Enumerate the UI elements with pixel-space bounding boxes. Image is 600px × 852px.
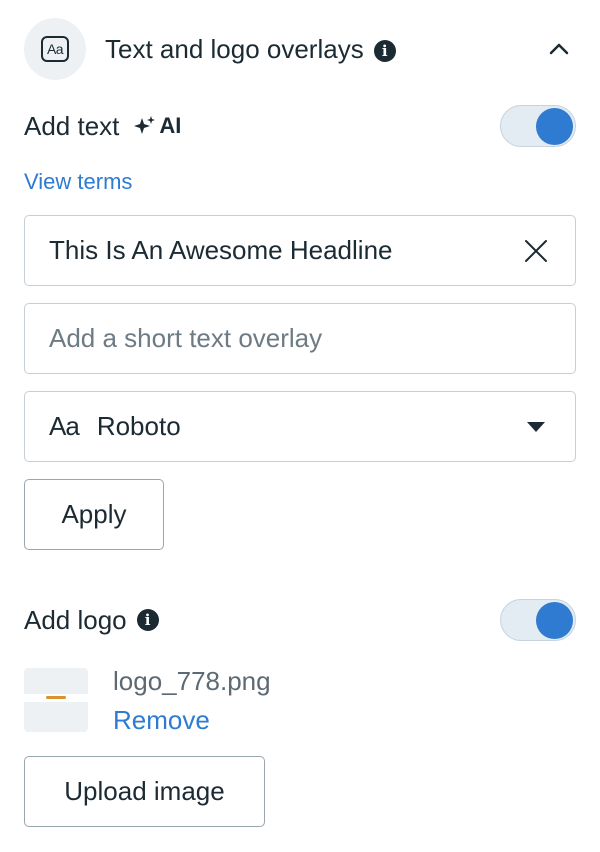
section-header[interactable]: Aa Text and logo overlays i [24,18,576,80]
add-text-toggle[interactable] [500,105,576,147]
view-terms-link[interactable]: View terms [24,169,132,195]
toggle-knob [536,601,573,639]
headline-input[interactable]: This Is An Awesome Headline [24,215,576,286]
upload-image-button[interactable]: Upload image [24,756,265,827]
add-text-label: Add text [24,110,120,141]
font-select[interactable]: Aa Roboto [24,391,576,462]
close-icon[interactable] [523,238,549,264]
section-title: Text and logo overlays i [105,34,396,65]
toggle-knob [536,107,573,145]
add-logo-label: Add logo [24,604,127,635]
font-icon: Aa [49,411,80,441]
add-logo-row: Add logo i [24,598,576,642]
info-icon[interactable]: i [373,39,396,62]
logo-thumbnail [24,668,88,732]
info-icon[interactable]: i [136,609,159,631]
font-value: Roboto [96,411,181,441]
sparkle-icon [134,116,156,134]
ai-badge-text: AI [159,113,182,138]
headline-value: This Is An Awesome Headline [49,235,393,265]
text-overlay-input[interactable]: Add a short text overlay [24,303,576,374]
logo-file-name: logo_778.png [113,666,271,696]
chevron-up-icon[interactable] [548,38,570,60]
apply-button[interactable]: Apply [24,479,164,550]
remove-logo-link[interactable]: Remove [113,705,210,736]
section-title-text: Text and logo overlays [105,33,364,64]
text-overlay-placeholder: Add a short text overlay [49,323,323,353]
text-overlay-icon: Aa [24,18,86,80]
ai-badge: AI [133,113,181,139]
add-logo-toggle[interactable] [500,599,576,641]
caret-down-icon [527,422,545,432]
add-text-row: Add text AI [24,104,576,148]
